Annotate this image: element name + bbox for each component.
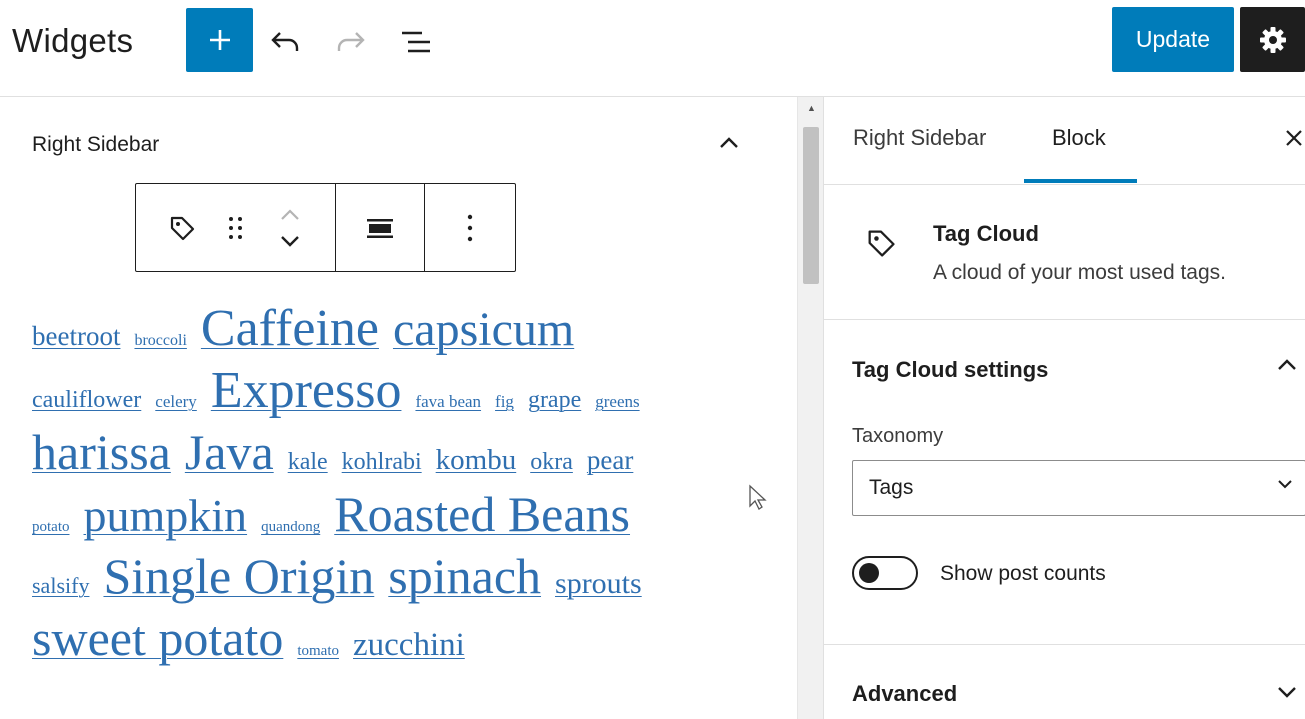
scrollbar-thumb[interactable] [803, 127, 819, 284]
canvas-scrollbar[interactable]: ▲ [797, 97, 823, 719]
tag-link[interactable]: beetroot [32, 323, 120, 350]
tag-link[interactable]: capsicum [393, 306, 574, 354]
redo-button[interactable] [331, 22, 371, 62]
show-post-counts-label: Show post counts [940, 562, 1106, 585]
show-post-counts-toggle[interactable] [852, 556, 918, 590]
block-type-button[interactable] [162, 208, 202, 248]
gear-icon [1259, 26, 1286, 53]
tag-link[interactable]: broccoli [134, 333, 186, 349]
panel-collapse-button[interactable] [1272, 350, 1302, 380]
add-block-button[interactable] [186, 8, 253, 72]
tag-link[interactable]: fig [495, 393, 514, 410]
tag-link[interactable]: greens [595, 393, 639, 410]
tag-icon [868, 230, 895, 257]
block-card: Tag Cloud A cloud of your most used tags… [824, 185, 1305, 320]
tab-widget-area[interactable]: Right Sidebar [853, 125, 986, 151]
widget-area-title: Right Sidebar [32, 133, 160, 156]
plus-icon [209, 30, 230, 50]
tag-icon [170, 216, 195, 240]
tag-cloud-row: cauliflower celery Expresso fava bean fig gra… [32, 365, 654, 421]
block-card-icon [864, 226, 898, 265]
tag-cloud-row: beetroot broccoli Caffeine capsicum [32, 303, 588, 359]
block-card-title: Tag Cloud [933, 221, 1039, 246]
more-options-button[interactable] [425, 184, 515, 271]
block-toolbar-group-main [136, 184, 336, 271]
align-button[interactable] [336, 184, 425, 271]
more-vertical-icon [467, 214, 473, 241]
taxonomy-select[interactable]: Tags [852, 460, 1305, 516]
tag-link[interactable]: grape [528, 388, 581, 412]
chevron-down-icon [1278, 480, 1292, 489]
block-movers [270, 193, 310, 263]
panel-title[interactable]: Tag Cloud settings [852, 357, 1048, 383]
tag-link[interactable]: Expresso [211, 365, 402, 417]
advanced-expand-button[interactable] [1272, 677, 1302, 707]
drag-handle[interactable] [216, 208, 256, 248]
tag-link[interactable]: pumpkin [84, 493, 248, 539]
tag-link[interactable]: Roasted Beans [334, 489, 630, 539]
tag-cloud-row: sweet potato tomato zucchini [32, 613, 479, 669]
tag-link[interactable]: tomato [297, 644, 339, 659]
update-button[interactable]: Update [1112, 7, 1234, 72]
move-up-button[interactable] [279, 208, 301, 222]
tag-link[interactable]: Single Origin [103, 551, 374, 601]
active-tab-indicator [1024, 179, 1137, 183]
tag-link[interactable]: harissa [32, 427, 171, 477]
tag-link[interactable]: kale [288, 450, 328, 474]
chevron-up-icon [720, 137, 738, 148]
drag-handle-icon [229, 216, 242, 239]
taxonomy-label: Taxonomy [852, 425, 944, 447]
tag-link[interactable]: quandong [261, 520, 320, 535]
chevron-down-icon [1278, 687, 1296, 698]
settings-button[interactable] [1240, 7, 1305, 72]
tag-link[interactable]: celery [155, 393, 197, 410]
tag-cloud-row: potato pumpkin quandong Roasted Beans [32, 489, 644, 545]
arrow-cursor-icon [749, 484, 767, 510]
tag-link[interactable]: spinach [388, 551, 541, 601]
undo-button[interactable] [265, 22, 305, 62]
tag-link[interactable]: Caffeine [201, 303, 379, 355]
tag-link[interactable]: kohlrabi [342, 450, 422, 474]
settings-sidebar: Right Sidebar Block Tag Cloud A cloud of… [823, 97, 1305, 719]
sidebar-tabs: Right Sidebar Block [824, 97, 1305, 185]
tag-link[interactable]: Java [185, 427, 274, 477]
tag-link[interactable]: sprouts [555, 569, 642, 599]
widget-area-collapse-button[interactable] [712, 126, 746, 160]
tag-link[interactable]: potato [32, 520, 70, 535]
editor-header: Widgets Update [0, 0, 1305, 97]
chevron-up-icon [1278, 359, 1296, 370]
align-wide-icon [367, 218, 393, 238]
list-view-icon [402, 31, 430, 53]
toggle-knob [859, 563, 879, 583]
page-title: Widgets [12, 22, 134, 59]
tag-link[interactable]: salsify [32, 575, 89, 597]
tag-link[interactable]: sweet potato [32, 613, 283, 663]
tag-link[interactable]: pear [587, 447, 633, 474]
move-down-button[interactable] [279, 234, 301, 248]
close-sidebar-button[interactable] [1284, 127, 1304, 155]
advanced-panel-title[interactable]: Advanced [852, 681, 957, 707]
tab-block[interactable]: Block [1052, 125, 1106, 151]
close-icon [1286, 130, 1302, 146]
block-toolbar [135, 183, 516, 272]
advanced-panel: Advanced [824, 645, 1305, 719]
scroll-up-arrow[interactable]: ▲ [807, 103, 816, 113]
undo-icon [271, 32, 299, 51]
tag-link[interactable]: cauliflower [32, 388, 141, 412]
tag-link[interactable]: zucchini [353, 629, 465, 662]
taxonomy-select-value: Tags [869, 476, 914, 499]
block-card-description: A cloud of your most used tags. [933, 261, 1226, 284]
tag-cloud-row: salsify Single Origin spinach sprouts [32, 551, 656, 607]
list-view-button[interactable] [396, 22, 436, 62]
redo-icon [337, 32, 365, 51]
tag-link[interactable]: kombu [436, 446, 517, 475]
tag-link[interactable]: fava bean [415, 393, 481, 410]
mouse-cursor [748, 484, 768, 517]
tag-link[interactable]: okra [530, 450, 573, 474]
tag-cloud-row: harissa Java kale kohlrabi kombu okra pear [32, 427, 647, 483]
tag-cloud-settings-panel: Tag Cloud settings Taxonomy Tags Show po… [824, 320, 1305, 645]
